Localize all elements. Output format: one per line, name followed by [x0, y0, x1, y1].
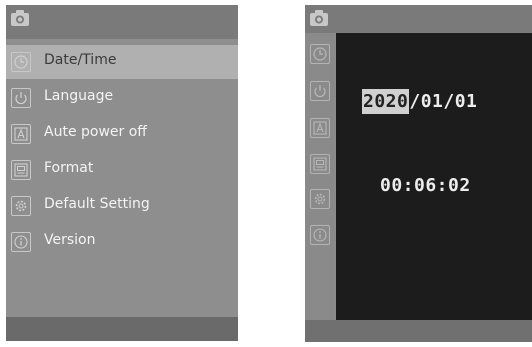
sd-card-icon[interactable]: [310, 154, 330, 174]
menu-item-label: Aute power off: [44, 124, 147, 140]
sd-card-icon: [11, 160, 31, 180]
camera-icon: [309, 9, 329, 27]
menu-item-language[interactable]: Language: [6, 81, 238, 115]
menu-item-auto-power-off[interactable]: Aute power off: [6, 117, 238, 151]
menu-header-bar: [6, 5, 238, 39]
menu-item-label: Date/Time: [44, 52, 117, 68]
camera-icon: [10, 9, 30, 27]
menu-item-format[interactable]: Format: [6, 153, 238, 187]
date-time-panel: 2020/01/01 00:06:02: [336, 33, 532, 320]
menu-item-date-time[interactable]: Date/Time: [6, 45, 238, 79]
power-icon: [11, 88, 31, 108]
info-icon[interactable]: [310, 225, 330, 245]
menu-item-version[interactable]: Version: [6, 225, 238, 259]
menu-footer-bar: [6, 317, 238, 341]
menu-item-label: Format: [44, 160, 94, 176]
a-box-icon[interactable]: [310, 118, 330, 138]
menu-item-label: Default Setting: [44, 196, 150, 212]
time-value[interactable]: 00:06:02: [380, 175, 471, 196]
menu-item-default-setting[interactable]: Default Setting: [6, 189, 238, 223]
menu-item-label: Language: [44, 88, 114, 104]
a-box-icon: [11, 124, 31, 144]
clock-icon[interactable]: [310, 44, 330, 64]
date-time-editor-screen: 2020/01/01 00:06:02: [305, 5, 532, 342]
editor-icon-sidebar: [305, 33, 335, 320]
settings-menu-screen: Date/Time Language Aute power off Format…: [6, 5, 238, 341]
month-day-field[interactable]: /01/01: [409, 91, 477, 112]
info-icon: [11, 232, 31, 252]
gear-icon: [11, 196, 31, 216]
year-field-selected[interactable]: 2020: [362, 89, 410, 114]
clock-icon: [11, 52, 31, 72]
editor-footer-bar: [305, 320, 532, 342]
menu-item-label: Version: [44, 232, 96, 248]
power-icon[interactable]: [310, 81, 330, 101]
editor-header-bar: [305, 5, 532, 33]
gear-icon[interactable]: [310, 189, 330, 209]
date-value: 2020/01/01: [362, 89, 477, 114]
